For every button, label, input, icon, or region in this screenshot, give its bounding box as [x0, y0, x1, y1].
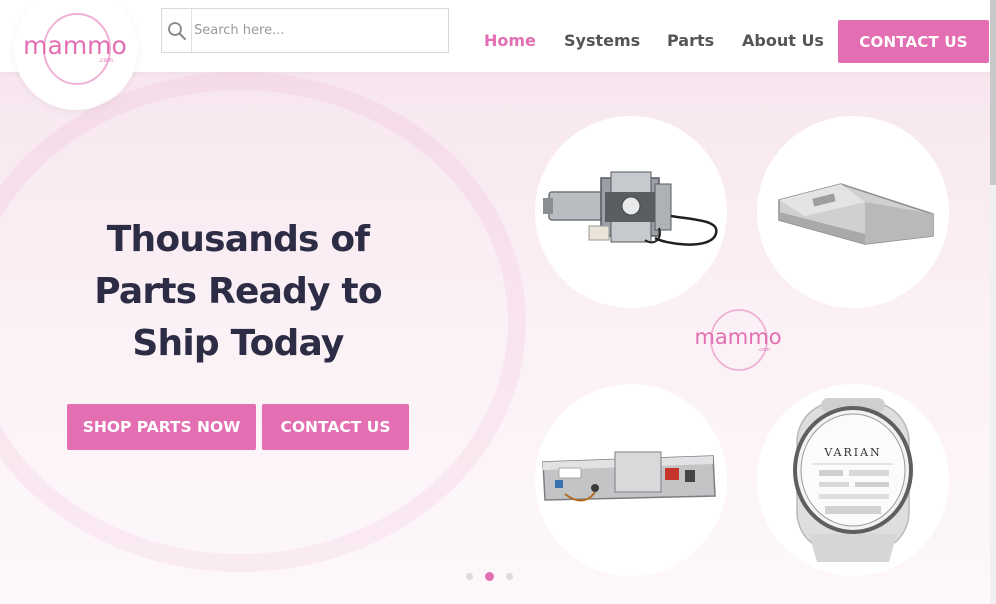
svg-text:mammo: mammo	[694, 325, 781, 349]
motor-assembly-image	[543, 171, 718, 246]
hero-title-line: Ship Today	[132, 323, 344, 364]
search-button[interactable]	[162, 9, 192, 52]
carousel-dot-2[interactable]	[485, 572, 494, 581]
search-input[interactable]	[193, 10, 445, 51]
varian-xray-tube-image: VARIAN	[793, 398, 913, 562]
compression-paddle-image	[778, 183, 934, 245]
hero-title: Thousands of Parts Ready to Ship Today	[62, 214, 414, 370]
svg-text:.com: .com	[758, 347, 770, 353]
header-contact-button[interactable]: CONTACT US	[838, 20, 989, 63]
scrollbar-thumb[interactable]	[990, 0, 996, 185]
page-scrollbar[interactable]	[990, 0, 996, 604]
svg-text:mammo: mammo	[23, 31, 127, 60]
center-mammo-logo: mammo .com	[694, 309, 782, 371]
product-varian-xray-tube[interactable]: VARIAN	[757, 384, 949, 576]
product-circuit-board-assembly[interactable]	[535, 384, 727, 576]
circuit-board-image	[542, 451, 716, 502]
carousel-dot-3[interactable]	[506, 573, 513, 580]
hero-contact-button[interactable]: CONTACT US	[262, 404, 409, 450]
carousel-dot-1[interactable]	[466, 573, 473, 580]
product-motor-assembly[interactable]	[535, 116, 727, 308]
nav-about-us[interactable]: About Us	[742, 31, 824, 50]
mammo-logo: mammo .com	[23, 13, 127, 85]
shop-parts-now-button[interactable]: SHOP PARTS NOW	[67, 404, 256, 450]
svg-text:.com: .com	[98, 57, 113, 64]
search-icon	[168, 22, 186, 40]
search-box	[161, 8, 449, 53]
product-compression-paddle[interactable]	[757, 116, 949, 308]
svg-text:VARIAN: VARIAN	[823, 446, 881, 459]
hero-title-line: Thousands of	[106, 219, 370, 260]
site-header: mammo .com Home Systems Parts About Us C…	[0, 0, 996, 110]
nav-systems[interactable]: Systems	[564, 31, 640, 50]
nav-home[interactable]: Home	[484, 31, 536, 50]
logo-badge[interactable]: mammo .com	[14, 0, 138, 110]
nav-parts[interactable]: Parts	[667, 31, 714, 50]
hero-title-line: Parts Ready to	[94, 271, 382, 312]
